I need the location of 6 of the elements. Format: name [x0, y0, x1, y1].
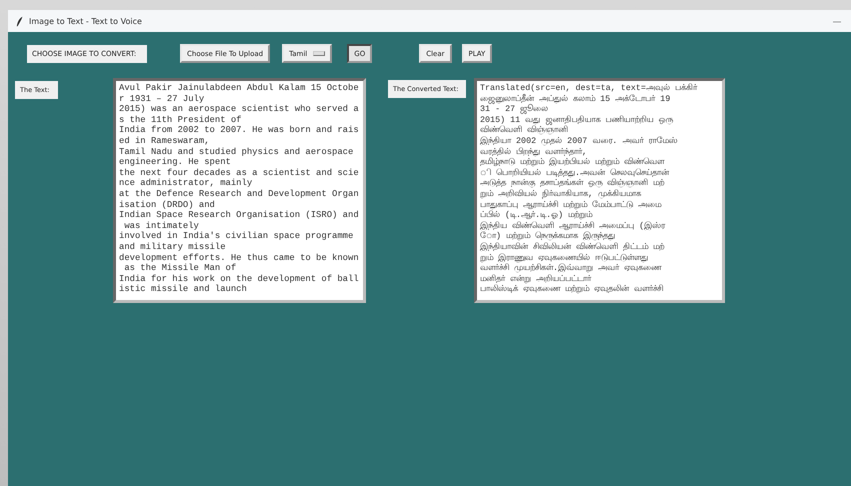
window-title: Image to Text - Text to Voice: [29, 16, 142, 26]
feather-icon: [16, 16, 24, 26]
converted-text-area[interactable]: Translated(src=en, dest=ta, text=அவுல் பக்கிர் ஜைனுலாப்தீன் அப்துல் கலாம் 15 அக்டோபர் 19 31 - 27 ஜூலை 2015) 11 வது ஜனாதிபதியாக பணியாற்றிய ஒரு விண்வெளி விஞ்ஞானி இந்தியா 2002 முதல் 2007 வரை. அவர் ராமேஸ் வரத்தில் பிறந்து வளர்ந்தார், தமிழ்நாடு மற்றும் இயற்பியல் மற்றும் விண்வெள ி பொறியியல் படித்தது.அவன் செலவுசெய்தான் அடுத்த நான்கு தசாப்தங்கள் ஒரு விஞ்ஞானி மற் றும் அறிவியல் நிர்வாகியாக, முக்கியமாக பாதுகாப்பு ஆராய்ச்சி மற்றும் மேம்பாட்டு அமை ப்பில் (டி.ஆர்.டி.ஓ) மற்றும் இந்திய விண்வெளி ஆராய்ச்சி அமைப்பு (இஸ்ர ோ) மற்றும் நெருக்கமாக இருந்தது இந்தியாவின் சிவிலியன் விண்வெளி திட்டம் மற் றும் இராணுவ ஏவுகணையில் ஈடுபட்டுள்ளது வளர்ச்சி முயற்சிகள்.இவ்வாறு அவர் ஏவுகணை மனிதர் என்று அறியப்பட்டார் பாலிஸ்டிக் ஏவுகணை மற்றும் ஏவுதலின் வளர்ச்சி: [474, 78, 725, 303]
minimize-button[interactable]: —: [829, 16, 845, 26]
text-area[interactable]: Avul Pakir Jainulabdeen Abdul Kalam 15 Octobe r 1931 – 27 July 2015) was an aerospace scientist who served a s the 11th President of India from 2002 to 2007. He was born and rais ed in Rameswaram, Tamil Nadu and studied physics and aerospace engineering. He spent the next four decades as a scientist and scie nce administrator, mainly at the Defence Research and Development Organ isation (DRDO) and Indian Space Research Organisation (ISRO) and was intimately involved in India's civilian space programme and military missile development efforts. He thus came to be known as the Missile Man of India for his work on the development of ball istic missile and launch: [113, 78, 366, 303]
indicator-icon: [313, 51, 326, 56]
